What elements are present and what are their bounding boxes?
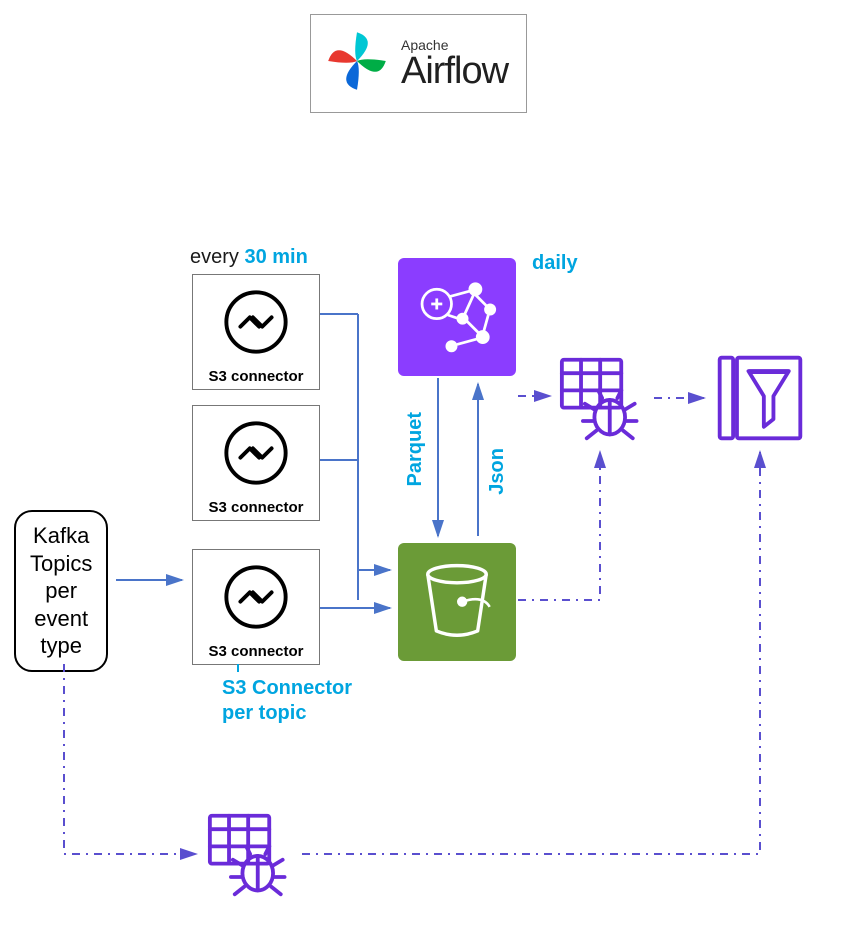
s3-connector-box-2: S3 connector xyxy=(192,405,320,521)
airflow-pinwheel-icon xyxy=(321,25,393,102)
connector-overlay xyxy=(0,0,867,945)
label-daily: daily xyxy=(532,252,578,275)
kafka-line: type xyxy=(30,632,92,660)
airflow-logo-box: Apache Airflow xyxy=(310,14,527,113)
s3-connector-label: S3 connector xyxy=(197,499,315,516)
kafka-line: per xyxy=(30,577,92,605)
kafka-line: Topics xyxy=(30,550,92,578)
s3-bucket-box xyxy=(398,543,516,661)
label-every: every 30 min xyxy=(190,246,308,269)
label-json: Json xyxy=(486,448,509,495)
glue-crawler-top-icon xyxy=(556,354,652,449)
s3-connector-label: S3 connector xyxy=(197,368,315,385)
s3-connector-icon xyxy=(217,623,295,640)
glue-data-catalog-icon xyxy=(712,350,808,451)
label-s3conn-line2: per topic xyxy=(222,701,352,726)
s3-connector-label: S3 connector xyxy=(197,643,315,660)
airflow-big-text: Airflow xyxy=(401,52,508,90)
s3-connector-icon xyxy=(217,479,295,496)
glue-crawler-bottom-icon xyxy=(204,810,300,905)
kafka-line: event xyxy=(30,605,92,633)
s3-connector-icon xyxy=(217,348,295,365)
label-s3conn-per-topic: S3 Connector per topic xyxy=(222,676,352,726)
label-thirty-text: 30 min xyxy=(244,246,307,268)
label-every-text: every xyxy=(190,246,239,268)
s3-connector-box-3: S3 connector xyxy=(192,549,320,665)
s3-connector-box-1: S3 connector xyxy=(192,274,320,390)
emr-box xyxy=(398,258,516,376)
kafka-topics-box: Kafka Topics per event type xyxy=(14,510,108,672)
label-parquet: Parquet xyxy=(404,412,427,486)
airflow-wordmark: Apache Airflow xyxy=(401,38,508,90)
emr-cluster-icon xyxy=(411,269,503,366)
kafka-line: Kafka xyxy=(30,522,92,550)
s3-bucket-icon xyxy=(414,557,500,648)
label-s3conn-line1: S3 Connector xyxy=(222,676,352,701)
